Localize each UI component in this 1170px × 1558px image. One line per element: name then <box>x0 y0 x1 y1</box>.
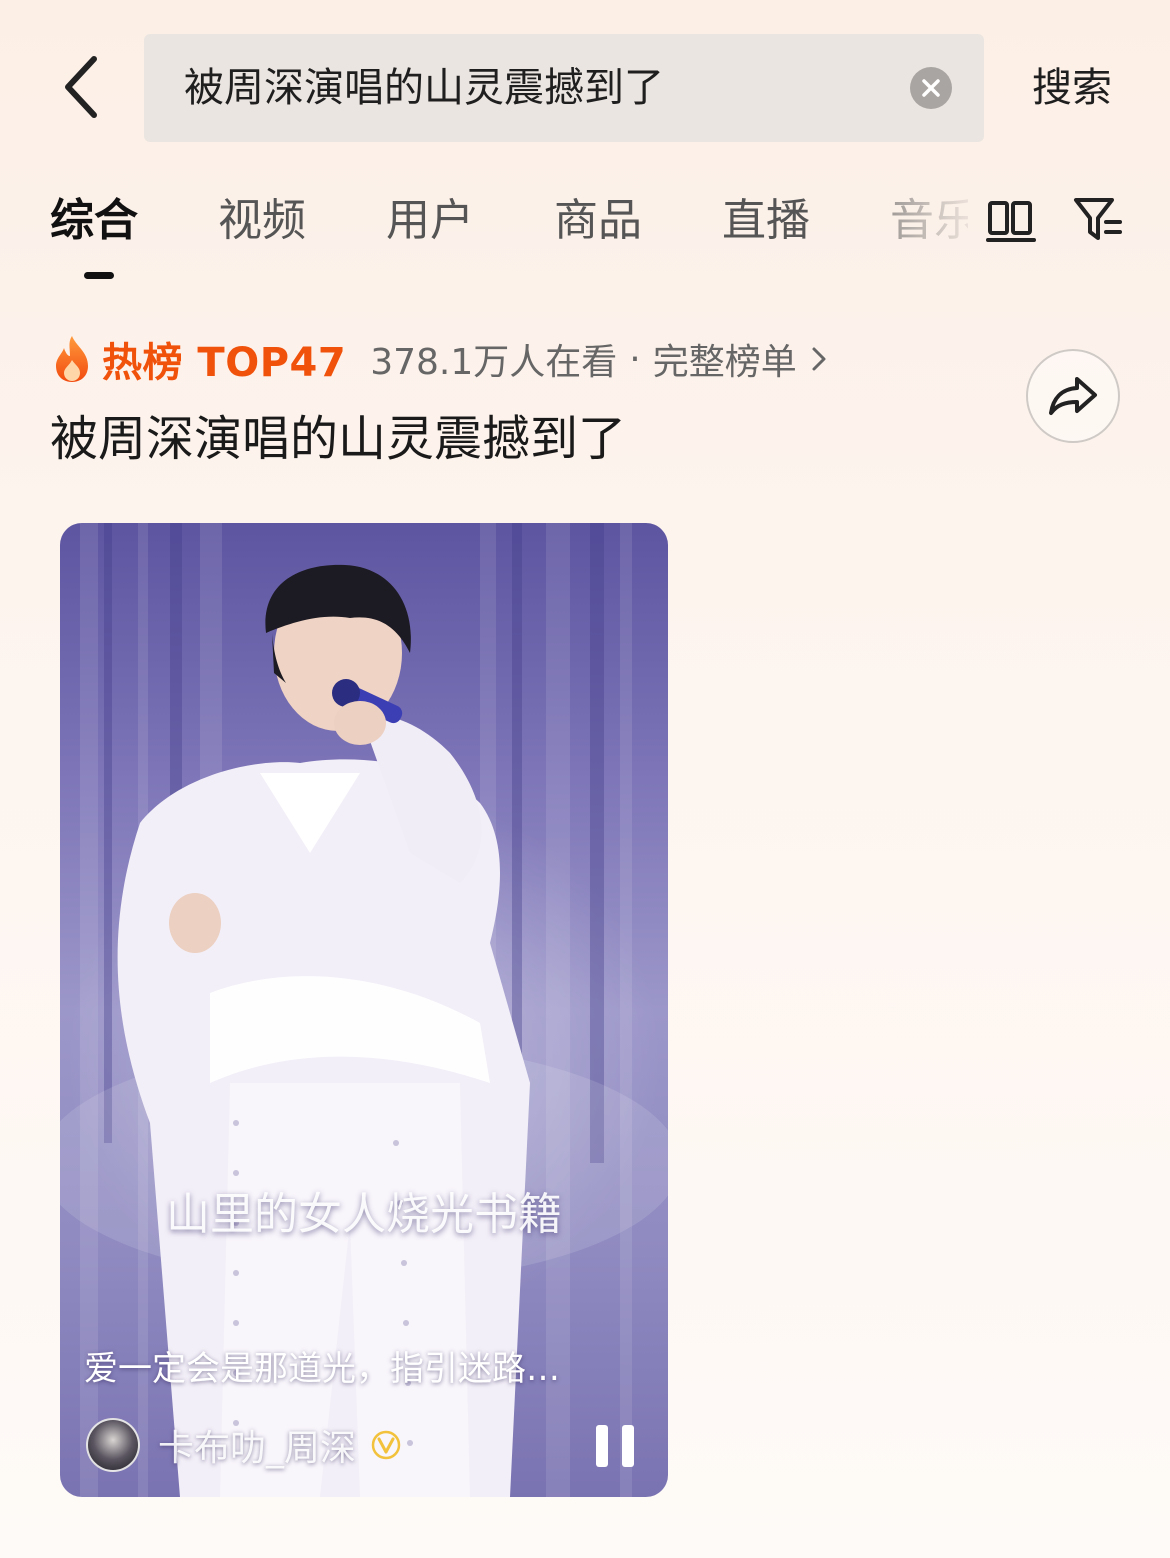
author-name[interactable]: 卡布叻_周深 <box>158 1419 356 1471</box>
active-tab-indicator <box>84 272 114 279</box>
search-input[interactable]: 被周深演唱的山灵震撼到了 <box>144 34 984 142</box>
share-icon <box>1049 377 1097 415</box>
chevron-left-icon <box>65 56 97 118</box>
tab-video[interactable]: 视频 <box>218 192 306 250</box>
viewer-count: 378.1万人在看 <box>370 342 618 383</box>
pause-icon <box>596 1425 608 1467</box>
tab-live[interactable]: 直播 <box>722 192 810 250</box>
tab-music[interactable]: 音乐 <box>890 192 968 250</box>
video-lyric-subtitle: 山里的女人烧光书籍 <box>166 1189 562 1240</box>
filter-button[interactable] <box>1072 194 1126 248</box>
avatar[interactable] <box>86 1418 140 1472</box>
pause-button[interactable] <box>596 1425 634 1467</box>
filter-icon <box>1074 198 1122 240</box>
pause-icon <box>622 1425 634 1467</box>
full-list-link[interactable]: 完整榜单 <box>653 333 797 385</box>
hot-topic-title[interactable]: 被周深演唱的山灵震撼到了 <box>50 405 626 473</box>
dual-column-toggle-button[interactable] <box>984 194 1038 248</box>
search-tabs: 综合 视频 用户 商品 直播 音乐 <box>0 178 1170 288</box>
video-card[interactable]: 山里的女人烧光书籍 爱一定会是那道光，指引迷路… 卡布叻_周深 <box>60 523 668 1497</box>
search-query-text: 被周深演唱的山灵震撼到了 <box>184 65 664 111</box>
tab-user[interactable]: 用户 <box>386 192 474 250</box>
tab-goods[interactable]: 商品 <box>554 192 642 250</box>
tab-comprehensive[interactable]: 综合 <box>50 192 138 250</box>
clear-icon <box>922 79 940 97</box>
hot-list-row: 热榜 TOP47 378.1万人在看 · 完整榜单 <box>50 330 827 388</box>
clear-search-button[interactable] <box>910 67 952 109</box>
verified-v-icon <box>371 1430 401 1460</box>
back-button[interactable] <box>50 52 110 122</box>
video-caption: 爱一定会是那道光，指引迷路… <box>84 1349 560 1389</box>
flame-icon <box>56 336 88 382</box>
separator-dot: · <box>629 338 641 380</box>
search-button[interactable]: 搜索 <box>1032 56 1112 120</box>
chevron-right-icon <box>812 347 826 371</box>
dual-column-icon <box>986 201 1036 242</box>
video-author: 卡布叻_周深 <box>86 1415 402 1475</box>
hot-rank-label: 热榜 TOP47 <box>102 340 347 386</box>
share-button[interactable] <box>1026 349 1120 443</box>
